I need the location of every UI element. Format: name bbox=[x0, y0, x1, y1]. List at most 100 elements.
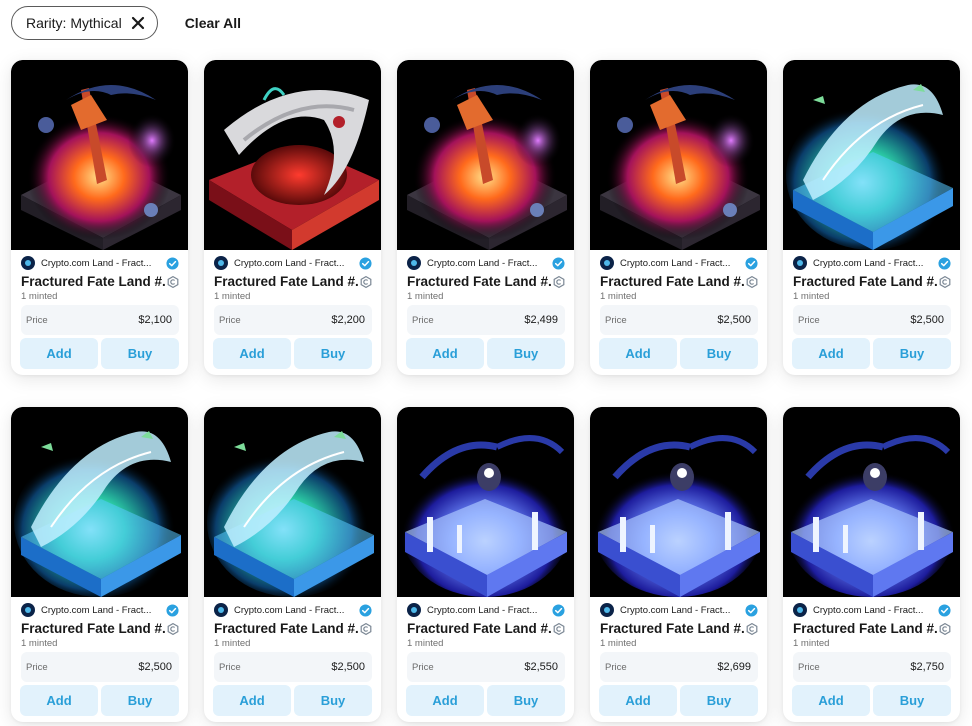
add-to-cart-button[interactable]: Add bbox=[792, 338, 870, 369]
card-actions: Add Buy bbox=[213, 338, 372, 369]
add-to-cart-button[interactable]: Add bbox=[406, 338, 484, 369]
nft-card[interactable]: Crypto.com Land - Fract... Fractured Fat… bbox=[590, 60, 767, 375]
nft-artwork[interactable] bbox=[783, 60, 960, 250]
title-row: Fractured Fate Land #... bbox=[21, 274, 179, 289]
verified-badge-icon bbox=[359, 603, 372, 617]
nft-artwork[interactable] bbox=[204, 60, 381, 250]
creator-name[interactable]: Crypto.com Land - Fract... bbox=[234, 605, 357, 616]
add-to-cart-button[interactable]: Add bbox=[20, 338, 98, 369]
price-label: Price bbox=[798, 314, 820, 326]
title-row: Fractured Fate Land #... bbox=[793, 274, 951, 289]
buy-button[interactable]: Buy bbox=[294, 338, 372, 369]
buy-button[interactable]: Buy bbox=[294, 685, 372, 716]
buy-button[interactable]: Buy bbox=[873, 338, 951, 369]
creator-name[interactable]: Crypto.com Land - Fract... bbox=[813, 605, 936, 616]
price-label: Price bbox=[219, 661, 241, 673]
creator-row: Crypto.com Land - Fract... bbox=[793, 603, 951, 617]
card-actions: Add Buy bbox=[213, 685, 372, 716]
nft-card[interactable]: Crypto.com Land - Fract... Fractured Fat… bbox=[397, 407, 574, 722]
card-actions: Add Buy bbox=[20, 685, 179, 716]
nft-title[interactable]: Fractured Fate Land #... bbox=[21, 274, 165, 289]
creator-row: Crypto.com Land - Fract... bbox=[407, 603, 565, 617]
nft-card[interactable]: Crypto.com Land - Fract... Fractured Fat… bbox=[11, 60, 188, 375]
buy-button[interactable]: Buy bbox=[680, 338, 758, 369]
verified-badge-icon bbox=[166, 603, 179, 617]
buy-button[interactable]: Buy bbox=[487, 685, 565, 716]
cronos-chain-icon bbox=[939, 275, 951, 288]
nft-card[interactable]: Crypto.com Land - Fract... Fractured Fat… bbox=[11, 407, 188, 722]
clear-all-link[interactable]: Clear All bbox=[185, 15, 241, 31]
creator-name[interactable]: Crypto.com Land - Fract... bbox=[427, 605, 550, 616]
minted-count: 1 minted bbox=[21, 291, 58, 302]
nft-artwork[interactable] bbox=[11, 407, 188, 597]
nft-grid: Crypto.com Land - Fract... Fractured Fat… bbox=[11, 60, 960, 722]
nft-artwork[interactable] bbox=[397, 407, 574, 597]
add-to-cart-button[interactable]: Add bbox=[213, 338, 291, 369]
creator-name[interactable]: Crypto.com Land - Fract... bbox=[813, 258, 936, 269]
add-to-cart-button[interactable]: Add bbox=[406, 685, 484, 716]
creator-logo-icon bbox=[407, 256, 421, 270]
minted-count: 1 minted bbox=[600, 638, 637, 649]
minted-count: 1 minted bbox=[793, 638, 830, 649]
nft-title[interactable]: Fractured Fate Land #... bbox=[793, 621, 937, 636]
nft-title[interactable]: Fractured Fate Land #... bbox=[600, 621, 744, 636]
nft-title[interactable]: Fractured Fate Land #... bbox=[21, 621, 165, 636]
creator-row: Crypto.com Land - Fract... bbox=[214, 256, 372, 270]
nft-artwork[interactable] bbox=[397, 60, 574, 250]
nft-card[interactable]: Crypto.com Land - Fract... Fractured Fat… bbox=[590, 407, 767, 722]
nft-card[interactable]: Crypto.com Land - Fract... Fractured Fat… bbox=[397, 60, 574, 375]
nft-artwork[interactable] bbox=[590, 60, 767, 250]
buy-button[interactable]: Buy bbox=[680, 685, 758, 716]
add-to-cart-button[interactable]: Add bbox=[20, 685, 98, 716]
nft-card[interactable]: Crypto.com Land - Fract... Fractured Fat… bbox=[204, 60, 381, 375]
nft-title[interactable]: Fractured Fate Land #... bbox=[407, 621, 551, 636]
add-to-cart-button[interactable]: Add bbox=[213, 685, 291, 716]
nft-card[interactable]: Crypto.com Land - Fract... Fractured Fat… bbox=[783, 60, 960, 375]
creator-logo-icon bbox=[214, 603, 228, 617]
creator-name[interactable]: Crypto.com Land - Fract... bbox=[427, 258, 550, 269]
filter-bar: Rarity: Mythical Clear All bbox=[11, 6, 241, 40]
cronos-chain-icon bbox=[167, 275, 179, 288]
nft-artwork[interactable] bbox=[204, 407, 381, 597]
price-box: Price $2,100 bbox=[21, 305, 179, 335]
nft-title[interactable]: Fractured Fate Land #... bbox=[407, 274, 551, 289]
price-label: Price bbox=[412, 661, 434, 673]
minted-count: 1 minted bbox=[793, 291, 830, 302]
nft-title[interactable]: Fractured Fate Land #... bbox=[214, 274, 358, 289]
buy-button[interactable]: Buy bbox=[101, 685, 179, 716]
creator-logo-icon bbox=[214, 256, 228, 270]
price-box: Price $2,550 bbox=[407, 652, 565, 682]
card-actions: Add Buy bbox=[599, 338, 758, 369]
creator-name[interactable]: Crypto.com Land - Fract... bbox=[620, 258, 743, 269]
creator-name[interactable]: Crypto.com Land - Fract... bbox=[620, 605, 743, 616]
nft-card[interactable]: Crypto.com Land - Fract... Fractured Fat… bbox=[204, 407, 381, 722]
add-to-cart-button[interactable]: Add bbox=[792, 685, 870, 716]
title-row: Fractured Fate Land #... bbox=[793, 621, 951, 636]
nft-title[interactable]: Fractured Fate Land #... bbox=[214, 621, 358, 636]
verified-badge-icon bbox=[359, 256, 372, 270]
verified-badge-icon bbox=[745, 256, 758, 270]
buy-button[interactable]: Buy bbox=[873, 685, 951, 716]
price-value: $2,550 bbox=[524, 661, 558, 673]
nft-title[interactable]: Fractured Fate Land #... bbox=[600, 274, 744, 289]
creator-logo-icon bbox=[600, 256, 614, 270]
buy-button[interactable]: Buy bbox=[487, 338, 565, 369]
cronos-chain-icon bbox=[360, 275, 372, 288]
buy-button[interactable]: Buy bbox=[101, 338, 179, 369]
close-icon[interactable] bbox=[131, 16, 145, 30]
creator-name[interactable]: Crypto.com Land - Fract... bbox=[234, 258, 357, 269]
creator-name[interactable]: Crypto.com Land - Fract... bbox=[41, 605, 164, 616]
add-to-cart-button[interactable]: Add bbox=[599, 685, 677, 716]
title-row: Fractured Fate Land #... bbox=[407, 274, 565, 289]
nft-card[interactable]: Crypto.com Land - Fract... Fractured Fat… bbox=[783, 407, 960, 722]
rarity-filter-chip[interactable]: Rarity: Mythical bbox=[11, 6, 158, 40]
price-label: Price bbox=[412, 314, 434, 326]
add-to-cart-button[interactable]: Add bbox=[599, 338, 677, 369]
nft-artwork[interactable] bbox=[590, 407, 767, 597]
nft-title[interactable]: Fractured Fate Land #... bbox=[793, 274, 937, 289]
cronos-chain-icon bbox=[553, 275, 565, 288]
price-value: $2,500 bbox=[717, 314, 751, 326]
nft-artwork[interactable] bbox=[11, 60, 188, 250]
nft-artwork[interactable] bbox=[783, 407, 960, 597]
creator-name[interactable]: Crypto.com Land - Fract... bbox=[41, 258, 164, 269]
